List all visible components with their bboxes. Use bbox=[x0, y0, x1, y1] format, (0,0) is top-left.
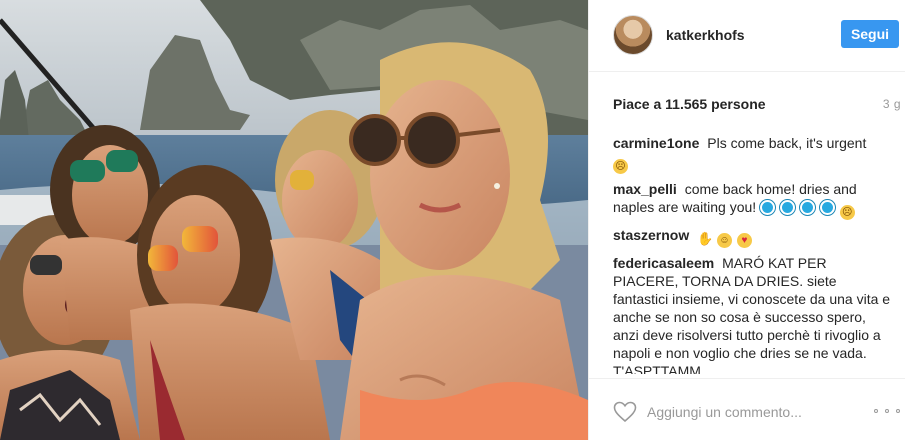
grin-face-emoji-icon: ☺ bbox=[717, 233, 733, 248]
heart-icon[interactable] bbox=[613, 401, 637, 423]
comment-author[interactable]: max_pelli bbox=[613, 181, 677, 197]
author-username[interactable]: katkerkhofs bbox=[666, 27, 745, 43]
hand-emoji-icon: ✋ bbox=[697, 231, 714, 246]
comment-author[interactable]: staszernow bbox=[613, 227, 689, 243]
blue-circle-emoji-icon bbox=[799, 200, 815, 215]
comment-text: MARÓ KAT PER PIACERE, TORNA DA DRIES. si… bbox=[613, 255, 891, 374]
likes-count[interactable]: Piace a 11.565 persone bbox=[613, 96, 766, 112]
post-header: katkerkhofs Segui bbox=[589, 0, 905, 72]
blue-circle-emoji-icon bbox=[819, 200, 835, 215]
post-side-panel: katkerkhofs Segui Piace a 11.565 persone… bbox=[588, 0, 905, 440]
comment-footer bbox=[589, 378, 905, 440]
comment-text: Pls come back, it's urgent bbox=[707, 135, 867, 151]
comment: carmine1one Pls come back, it's urgent ☹ bbox=[613, 134, 895, 174]
comment: max_pelli come back home! dries and napl… bbox=[613, 180, 895, 220]
post-photo[interactable] bbox=[0, 0, 588, 440]
blue-circle-emoji-icon bbox=[760, 200, 776, 215]
blue-circle-emoji-icon bbox=[779, 200, 795, 215]
heart-eyes-emoji-icon: ♥ bbox=[736, 233, 752, 248]
comment: federicasaleem MARÓ KAT PER PIACERE, TOR… bbox=[613, 254, 895, 374]
more-options-icon[interactable] bbox=[874, 403, 900, 419]
comment: staszernow ✋ ☺ ♥ bbox=[613, 226, 895, 248]
comment-input[interactable] bbox=[647, 402, 847, 422]
avatar[interactable] bbox=[613, 15, 653, 55]
sad-face-emoji-icon: ☹ bbox=[839, 205, 855, 220]
group-selfie-photo bbox=[0, 0, 588, 440]
follow-button[interactable]: Segui bbox=[841, 20, 899, 48]
comment-author[interactable]: federicasaleem bbox=[613, 255, 714, 271]
comment-author[interactable]: carmine1one bbox=[613, 135, 699, 151]
sad-face-emoji-icon: ☹ bbox=[613, 159, 628, 174]
post-time[interactable]: 3 g bbox=[883, 97, 901, 111]
comments-list: carmine1one Pls come back, it's urgent ☹… bbox=[613, 134, 895, 374]
likes-row: Piace a 11.565 persone 3 g bbox=[613, 96, 901, 116]
